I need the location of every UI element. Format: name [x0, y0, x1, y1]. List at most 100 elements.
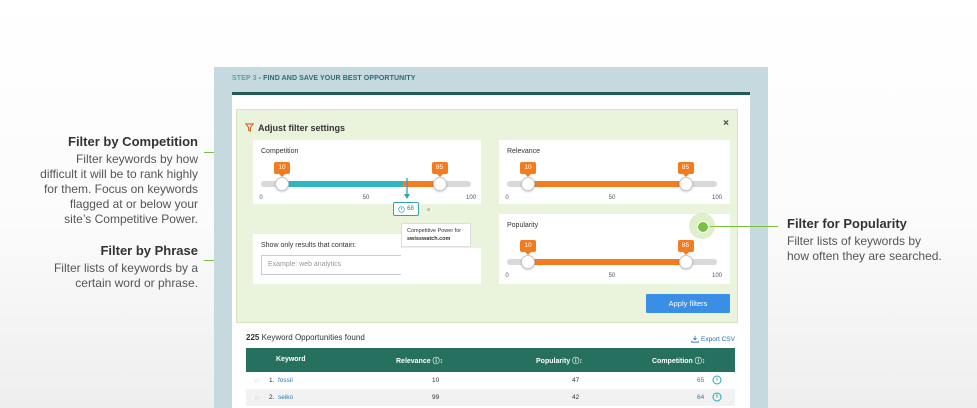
competition-slider[interactable]: 10 85 0 50 100	[259, 160, 476, 201]
competition-value: 65	[697, 377, 705, 384]
export-csv-link[interactable]: Export CSV	[691, 335, 735, 343]
keyword-link[interactable]: fossil	[278, 377, 293, 384]
annotation-line: certain word or phrase.	[75, 276, 198, 290]
results-table-header: Keyword Relevance ⓘ↕ Popularity ⓘ↕ Compe…	[246, 348, 735, 372]
annotation-phrase-title: Filter by Phrase	[100, 243, 198, 258]
annotation-competition-text: Filter keywords by how difficult it will…	[0, 152, 198, 227]
star-icon[interactable]: ☆	[254, 377, 260, 385]
tick-label: 0	[505, 195, 509, 201]
slider-low-handle[interactable]	[521, 255, 535, 269]
annotation-line: Filter keywords by how	[75, 152, 198, 166]
keyword-link[interactable]: seiko	[278, 394, 293, 401]
help-icon: ⓘ↕	[694, 358, 706, 365]
tooltip-connector-dot	[427, 208, 430, 211]
popularity-value: 42	[572, 394, 580, 401]
relevance-card: Relevance 10 85 0 50 100	[499, 140, 730, 204]
popularity-label: Popularity	[507, 222, 539, 229]
relevance-value: 10	[432, 377, 440, 384]
competition-card: Competition 10 85 0 50 100	[253, 140, 481, 204]
column-popularity[interactable]: Popularity ⓘ↕	[536, 356, 583, 366]
relevance-value: 99	[432, 394, 440, 401]
annotation-popularity-title: Filter for Popularity	[787, 216, 907, 231]
slider-high-value: 85	[431, 162, 448, 177]
slider-low-value: 10	[520, 162, 536, 177]
slider-low-handle[interactable]	[521, 177, 535, 191]
annotation-line: for them. Focus on keywords	[43, 182, 198, 196]
annotation-line: site’s Competitive Power.	[64, 212, 198, 226]
tick-label: 50	[608, 273, 616, 279]
column-keyword[interactable]: Keyword	[276, 356, 306, 363]
power-icon	[712, 392, 722, 404]
power-icon	[398, 205, 405, 213]
tick-label: 50	[608, 195, 616, 201]
apply-filters-button[interactable]: Apply filters	[646, 294, 730, 313]
annotation-line: difficult it will be to rank highly	[40, 167, 198, 181]
tick-label: 0	[505, 273, 509, 279]
annotation-phrase-text: Filter lists of keywords by a certain wo…	[0, 261, 198, 291]
competition-label: Competition	[261, 148, 299, 155]
slider-high-handle[interactable]	[678, 177, 693, 191]
close-icon[interactable]: ×	[723, 118, 729, 129]
download-icon	[691, 335, 699, 343]
column-competition[interactable]: Competition ⓘ↕	[652, 356, 705, 366]
slider-high-value: 85	[677, 162, 694, 177]
export-csv-label: Export CSV	[701, 335, 735, 343]
popularity-hotspot[interactable]	[689, 213, 715, 239]
relevance-slider[interactable]: 10 85 0 50 100	[505, 160, 722, 201]
competitive-power-tooltip: Competitive Power for swisswatch.com	[401, 223, 471, 247]
slider-high-value: 85	[677, 240, 694, 255]
annotation-line: Filter lists of keywords by	[787, 234, 922, 248]
popularity-value: 47	[572, 377, 580, 384]
filter-panel: Adjust filter settings × Competition 10 …	[236, 109, 738, 323]
column-label: Competition	[652, 358, 693, 365]
column-label: Relevance	[396, 358, 431, 365]
filter-icon	[244, 119, 255, 137]
relevance-label: Relevance	[507, 148, 541, 155]
competition-value: 64	[697, 394, 705, 401]
row-number: 2.	[269, 394, 275, 401]
annotation-line: flagged at or below your	[69, 197, 198, 211]
annotation-line: how often they are searched.	[787, 249, 942, 263]
star-icon[interactable]: ☆	[254, 394, 260, 402]
annotation-line: Filter lists of keywords by a	[53, 261, 198, 275]
results-count-label: Keyword Opportunities found	[261, 333, 365, 342]
tick-label: 50	[362, 195, 370, 201]
step-heading: STEP 3 - FIND AND SAVE YOUR BEST OPPORTU…	[232, 75, 415, 82]
phrase-label: Show only results that contain:	[261, 242, 356, 249]
filter-panel-title: Adjust filter settings	[258, 123, 346, 133]
column-relevance[interactable]: Relevance ⓘ↕	[396, 356, 443, 366]
slider-low-handle[interactable]	[275, 177, 289, 191]
tick-label: 100	[711, 273, 723, 279]
annotation-competition-title: Filter by Competition	[68, 134, 198, 149]
row-number: 1.	[269, 377, 275, 384]
tooltip-line: Competitive Power for	[407, 228, 462, 234]
slider-fill	[528, 181, 686, 187]
app-screenshot-frame: STEP 3 - FIND AND SAVE YOUR BEST OPPORTU…	[214, 67, 768, 408]
slider-fill	[528, 259, 686, 265]
competitive-power-value: 68	[407, 206, 414, 212]
slider-low-value: 10	[274, 162, 290, 177]
competitive-power-badge[interactable]: 68	[393, 202, 419, 216]
competitive-power-pointer	[404, 178, 410, 199]
annotation-competition: Filter by Competition Filter keywords by…	[0, 134, 198, 227]
slider-high-handle[interactable]	[432, 177, 447, 191]
popularity-leader-line	[710, 226, 778, 227]
table-row: ☆ 2. seiko 99 42 64	[246, 389, 735, 406]
tooltip-domain: swisswatch.com	[407, 236, 451, 242]
tick-label: 0	[259, 195, 263, 201]
power-icon	[712, 375, 722, 387]
tick-label: 100	[465, 195, 477, 201]
phrase-card-extension	[401, 248, 481, 284]
column-label: Popularity	[536, 358, 571, 365]
popularity-slider[interactable]: 10 85 0 50 100	[505, 238, 722, 279]
step-content: Adjust filter settings × Competition 10 …	[232, 95, 750, 408]
slider-high-handle[interactable]	[678, 255, 693, 269]
help-icon: ⓘ↕	[572, 358, 583, 365]
table-row: ☆ 1. fossil 10 47 65	[246, 372, 735, 389]
filter-panel-header: Adjust filter settings	[244, 119, 346, 137]
slider-low-value: 10	[520, 240, 536, 255]
help-icon: ⓘ↕	[432, 358, 444, 365]
annotation-popularity: Filter for Popularity Filter lists of ke…	[787, 216, 967, 264]
annotation-popularity-text: Filter lists of keywords by how often th…	[787, 234, 967, 264]
annotation-phrase: Filter by Phrase Filter lists of keyword…	[0, 243, 198, 291]
